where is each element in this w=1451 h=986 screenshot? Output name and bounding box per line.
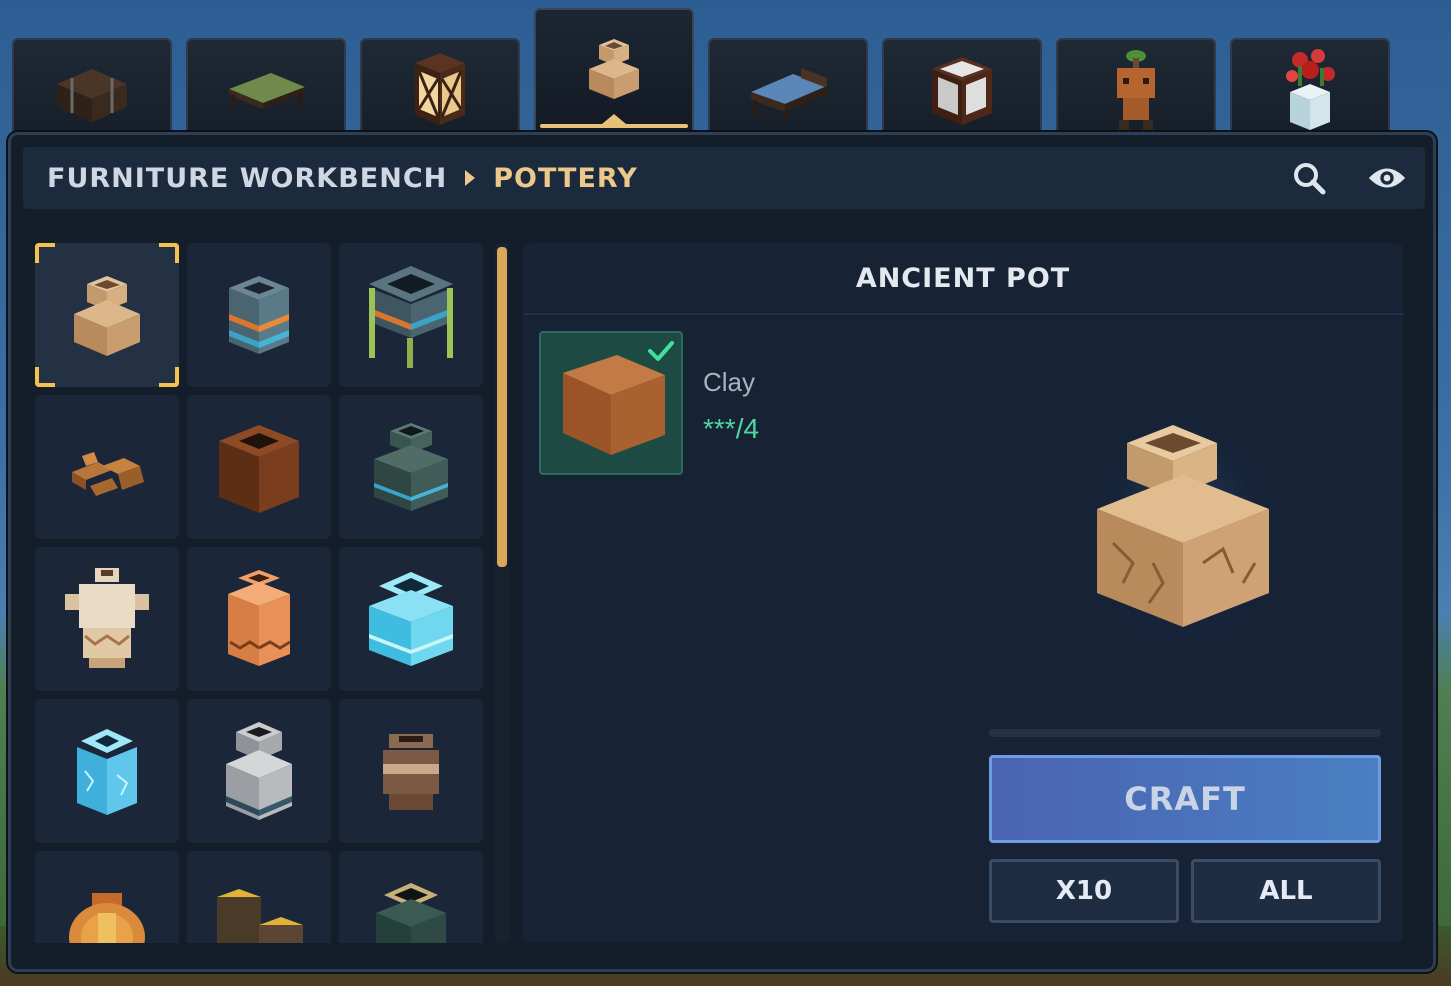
recipe-slot-ancient-pot[interactable] xyxy=(35,243,179,387)
chest-icon xyxy=(57,69,127,122)
craft-button[interactable]: CRAFT xyxy=(989,755,1381,843)
blue-bed-icon xyxy=(751,68,827,122)
ancient-pot-icon xyxy=(74,276,140,356)
recipe-title: ANCIENT POT xyxy=(855,262,1071,294)
wooden-stumps-icon xyxy=(217,889,303,943)
tab-pottery[interactable] xyxy=(534,8,694,130)
recipe-slot-bamboo-pot-table[interactable] xyxy=(339,243,483,387)
ingredient-name: Clay xyxy=(703,367,756,397)
tab-creatures[interactable] xyxy=(1056,38,1216,138)
plant-creature-icon xyxy=(1117,50,1155,130)
recipe-slot-dark-teal-pot[interactable] xyxy=(339,395,483,539)
panel-header: FURNITURE WORKBENCH POTTERY xyxy=(23,147,1425,209)
pot-icon xyxy=(589,39,639,99)
broken-pot-icon xyxy=(72,452,144,496)
recipe-scrollbar-thumb[interactable] xyxy=(497,247,507,567)
bed-icon xyxy=(229,73,305,109)
recipe-slot-wooden-stumps[interactable] xyxy=(187,851,331,943)
selection-corner xyxy=(159,367,179,387)
brown-pot-icon xyxy=(219,425,299,513)
lantern-icon xyxy=(415,53,465,125)
detail-title-bar: ANCIENT POT xyxy=(523,243,1403,315)
search-icon xyxy=(1294,163,1326,195)
cream-amphora-icon xyxy=(65,568,149,668)
eye-icon xyxy=(1368,168,1406,188)
search-button[interactable] xyxy=(1289,161,1329,195)
ingredient-count: ***/4 xyxy=(703,413,760,444)
lamp-block-icon xyxy=(932,57,992,125)
ancient-pot-preview-icon xyxy=(1097,425,1269,627)
breadcrumb-root[interactable]: FURNITURE WORKBENCH xyxy=(47,163,447,194)
tab-beds-blue[interactable] xyxy=(708,38,868,138)
recipe-slot-ice-vase[interactable] xyxy=(35,699,179,843)
recipe-slot-green-glow-pot[interactable] xyxy=(339,851,483,943)
breadcrumb-current: POTTERY xyxy=(493,162,638,194)
bamboo-pot-table-icon xyxy=(369,266,453,368)
recipe-slot-clay-jar[interactable] xyxy=(339,699,483,843)
recipe-slot-broken-pot[interactable] xyxy=(35,395,179,539)
selection-corner xyxy=(159,243,179,263)
golden-urn-icon xyxy=(69,893,145,943)
recipe-slot-ice-pot[interactable] xyxy=(339,547,483,691)
breadcrumb-separator-icon xyxy=(465,170,476,186)
tab-lamps[interactable] xyxy=(882,38,1042,138)
craft-progress-bar xyxy=(989,729,1381,737)
clay-jar-icon xyxy=(383,734,439,810)
recipe-slot-teal-striped-pot[interactable] xyxy=(187,243,331,387)
tab-chests[interactable] xyxy=(12,38,172,138)
tab-beds[interactable] xyxy=(186,38,346,138)
recipe-slot-stone-pot[interactable] xyxy=(187,699,331,843)
recipe-slot-terracotta-pot[interactable] xyxy=(187,547,331,691)
recipe-slot-cream-amphora[interactable] xyxy=(35,547,179,691)
selection-corner xyxy=(35,367,55,387)
tab-lanterns[interactable] xyxy=(360,38,520,138)
craft-all-button[interactable]: ALL xyxy=(1191,859,1381,923)
crafting-panel: FURNITURE WORKBENCH POTTERY ANCIENT POT … xyxy=(8,132,1436,972)
green-glow-pot-icon xyxy=(376,883,446,943)
teal-striped-pot-icon xyxy=(229,276,289,354)
dark-teal-pot-icon xyxy=(374,423,448,511)
ingredient-slot-clay[interactable] xyxy=(539,331,683,475)
tab-decor[interactable] xyxy=(1230,38,1390,138)
item-preview xyxy=(1083,413,1283,638)
selection-corner xyxy=(35,243,55,263)
recipe-grid xyxy=(35,243,513,943)
recipe-slot-brown-pot[interactable] xyxy=(187,395,331,539)
terracotta-pot-icon xyxy=(228,570,291,666)
ice-pot-icon xyxy=(369,572,453,666)
check-icon xyxy=(648,341,674,361)
stone-pot-icon xyxy=(226,722,292,820)
craft-x10-button[interactable]: X10 xyxy=(989,859,1179,923)
recipe-slot-golden-urn[interactable] xyxy=(35,851,179,943)
flower-pot-icon xyxy=(1286,49,1335,130)
recipe-detail: ANCIENT POT Clay ***/4 CRAFT X10 ALL xyxy=(523,243,1403,943)
view-toggle-button[interactable] xyxy=(1367,161,1407,195)
ice-vase-icon xyxy=(77,729,137,815)
